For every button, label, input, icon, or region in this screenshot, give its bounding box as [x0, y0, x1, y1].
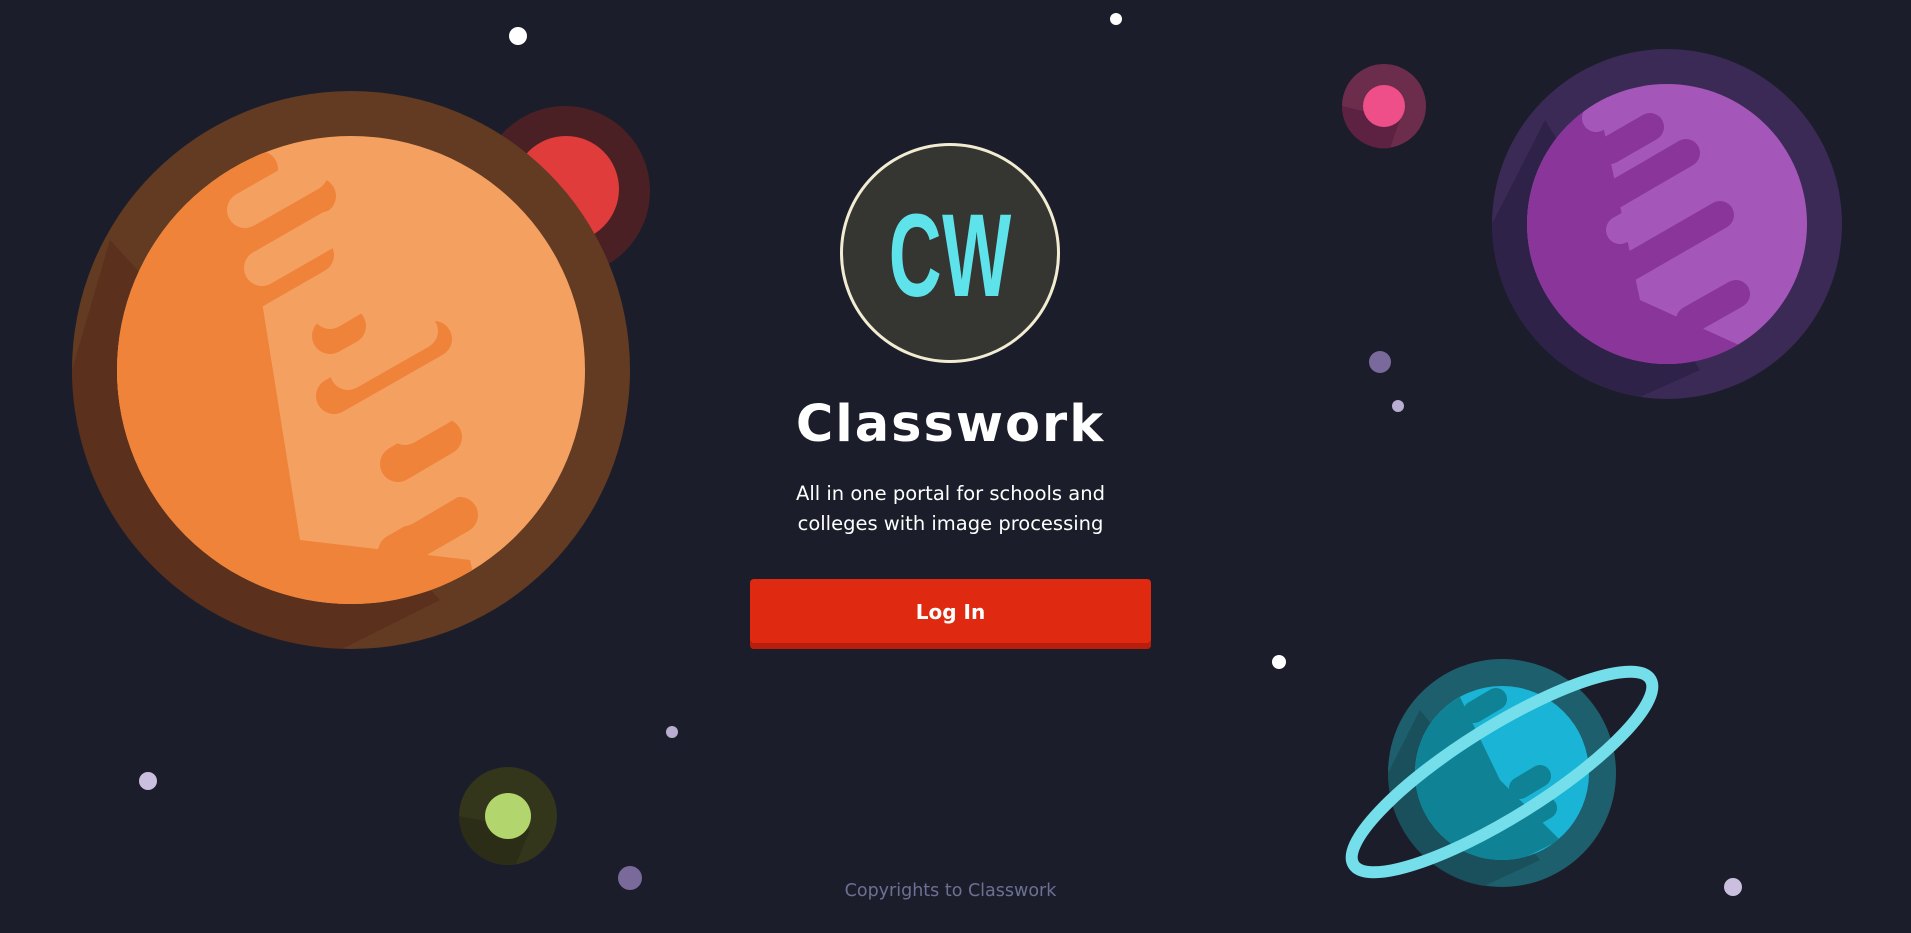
ringed-planet-icon	[1345, 659, 1659, 887]
copyright-footer: Copyrights to Classwork	[844, 881, 1057, 901]
tagline-line-2: colleges with image processing	[797, 512, 1104, 535]
app-title: Classwork	[795, 395, 1106, 454]
tagline-line-1: All in one portal for schools and	[796, 482, 1105, 505]
login-button[interactable]: Log In	[750, 579, 1151, 649]
orange-planet-icon	[71, 91, 630, 649]
login-page: CW Classwork All in one portal for schoo…	[0, 0, 1911, 933]
green-planet-icon	[459, 767, 557, 865]
cw-logo-icon: CW	[888, 190, 1012, 322]
app-logo: CW	[840, 143, 1060, 363]
pink-planet-icon	[1341, 64, 1426, 149]
purple-planet-icon	[1492, 49, 1842, 399]
login-panel: CW Classwork All in one portal for schoo…	[750, 0, 1151, 933]
app-tagline: All in one portal for schools and colleg…	[750, 479, 1151, 539]
